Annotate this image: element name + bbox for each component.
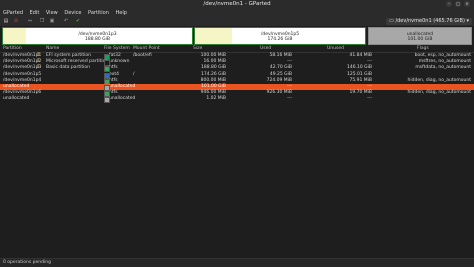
- cell-unused: 125.01 GiB: [346, 71, 372, 77]
- cell-size: 1.02 MiB: [206, 96, 226, 102]
- cell-used: 724.09 MiB: [266, 77, 292, 83]
- column-partition[interactable]: Partition: [3, 46, 22, 52]
- menu-device[interactable]: Device: [64, 10, 81, 16]
- column-file-system[interactable]: File System: [104, 46, 130, 52]
- disk-map: /dev/nvme0n1p3 188.80 GiB /dev/nvme0n1p5 1…: [2, 27, 472, 45]
- cell-size: 800.00 MiB: [200, 77, 226, 83]
- copy-icon[interactable]: ❐: [39, 18, 45, 24]
- menu-help[interactable]: Help: [115, 10, 126, 16]
- cell-partition: /dev/nvme0n1p5: [3, 71, 42, 77]
- cell-mount-point: /boot/efi: [133, 53, 152, 58]
- cell-flags: msftdata, no_automount: [415, 65, 471, 71]
- cell-flags: hidden, diag, no_automount: [407, 90, 471, 96]
- resize-move-icon[interactable]: ⇔: [27, 18, 33, 24]
- segment-size: 101.00 GiB: [407, 37, 433, 42]
- cell-used: 58.16 MiB: [269, 53, 292, 58]
- cell-file-system: ntfs: [109, 77, 118, 83]
- cell-used: ---: [287, 96, 292, 102]
- cell-file-system: ntfs: [109, 65, 118, 71]
- device-selector-label: /dev/nvme0n1 (465.76 GiB): [395, 18, 465, 24]
- cell-partition: /dev/nvme0n1p4: [3, 77, 42, 83]
- cell-partition: /dev/nvme0n1p3: [3, 65, 42, 71]
- column-size[interactable]: Size: [193, 46, 202, 52]
- cell-used: 926.30 MiB: [266, 90, 292, 96]
- cell-file-system: ext4: [109, 71, 119, 77]
- cell-mount-point: /: [133, 71, 135, 77]
- delete-icon[interactable]: ⊘: [13, 18, 19, 24]
- partition-table-header: Partition Name File System Mount Point S…: [0, 46, 474, 53]
- cell-partition: unallocated: [3, 96, 30, 102]
- column-flags[interactable]: Flags: [417, 46, 429, 52]
- cell-unused: 146.10 GiB: [346, 65, 372, 71]
- column-name[interactable]: Name: [46, 46, 59, 52]
- close-icon[interactable]: ×: [464, 1, 470, 7]
- cell-used: 49.25 GiB: [269, 71, 292, 77]
- partition-row[interactable]: unallocated unallocated 1.02 MiB --- ---: [0, 96, 474, 104]
- cell-used: 42.70 GiB: [269, 65, 292, 71]
- status-text: 0 operations pending: [3, 260, 51, 265]
- cell-flags: hidden, diag, no_automount: [407, 77, 471, 83]
- column-unused[interactable]: Unused: [327, 46, 344, 52]
- paste-icon[interactable]: ▣: [49, 18, 55, 24]
- disk-map-segment[interactable]: /dev/nvme0n1p5 174.26 GiB: [194, 27, 366, 45]
- segment-size: 174.26 GiB: [267, 37, 293, 42]
- maximize-icon[interactable]: □: [455, 1, 461, 7]
- title-bar: /dev/nvme0n1 - GParted – □ ×: [0, 0, 474, 9]
- cell-name: Basic data partition: [46, 65, 91, 71]
- undo-icon[interactable]: ↶: [63, 18, 69, 24]
- menu-view[interactable]: View: [46, 10, 58, 16]
- partition-row[interactable]: /dev/nvme0n1p3 Basic data partition ntfs 18…: [0, 65, 474, 73]
- cell-unused: ---: [367, 96, 372, 102]
- menu-gparted[interactable]: GParted: [3, 10, 23, 16]
- column-mount-point[interactable]: Mount Point: [133, 46, 160, 52]
- segment-size: 188.80 GiB: [84, 37, 110, 42]
- menu-bar: GParted Edit View Device Partition Help: [0, 9, 474, 17]
- chevron-down-icon: ▾: [466, 18, 469, 24]
- drive-icon: ▭: [389, 18, 394, 24]
- partition-row[interactable]: /dev/nvme0n1p4 ntfs 800.00 MiB 724.09 MiB 75…: [0, 77, 474, 85]
- window-title: /dev/nvme0n1 - GParted: [203, 1, 271, 7]
- disk-map-segment[interactable]: /dev/nvme0n1p3 188.80 GiB: [2, 27, 193, 45]
- menu-edit[interactable]: Edit: [30, 10, 40, 16]
- key-icon: ⚿: [37, 65, 41, 71]
- device-selector[interactable]: ▭ /dev/nvme0n1 (465.76 GiB) ▾: [386, 18, 472, 25]
- cell-size: 174.26 GiB: [200, 71, 226, 77]
- column-used[interactable]: Used: [260, 46, 271, 52]
- cell-unused: 41.84 MiB: [349, 53, 372, 58]
- minimize-icon[interactable]: –: [446, 1, 452, 7]
- cell-file-system: unallocated: [109, 96, 136, 102]
- toolbar: ▤ ⊘ ⇔ ❐ ▣ ↶ ✔ ▭ /dev/nvme0n1 (465.76 GiB…: [0, 17, 474, 26]
- cell-size: 188.80 GiB: [200, 65, 226, 71]
- partition-row[interactable]: /dev/nvme0n1p6 ntfs 946.00 MiB 926.30 MiB 19…: [0, 90, 474, 98]
- file-system-color-swatch: [104, 97, 110, 104]
- cell-unused: 19.70 MiB: [349, 90, 372, 96]
- cell-unused: 75.91 MiB: [349, 77, 372, 83]
- new-partition-icon[interactable]: ▤: [3, 18, 9, 24]
- menu-partition[interactable]: Partition: [88, 10, 109, 16]
- partition-row[interactable]: /dev/nvme0n1p5 ext4 / 174.26 GiB 49.25 GiB 12…: [0, 71, 474, 79]
- partition-row[interactable]: unallocated unallocated 101.00 GiB --- ---: [0, 84, 474, 91]
- disk-map-segment[interactable]: unallocated 101.00 GiB: [368, 27, 472, 45]
- apply-icon[interactable]: ✔: [75, 18, 81, 24]
